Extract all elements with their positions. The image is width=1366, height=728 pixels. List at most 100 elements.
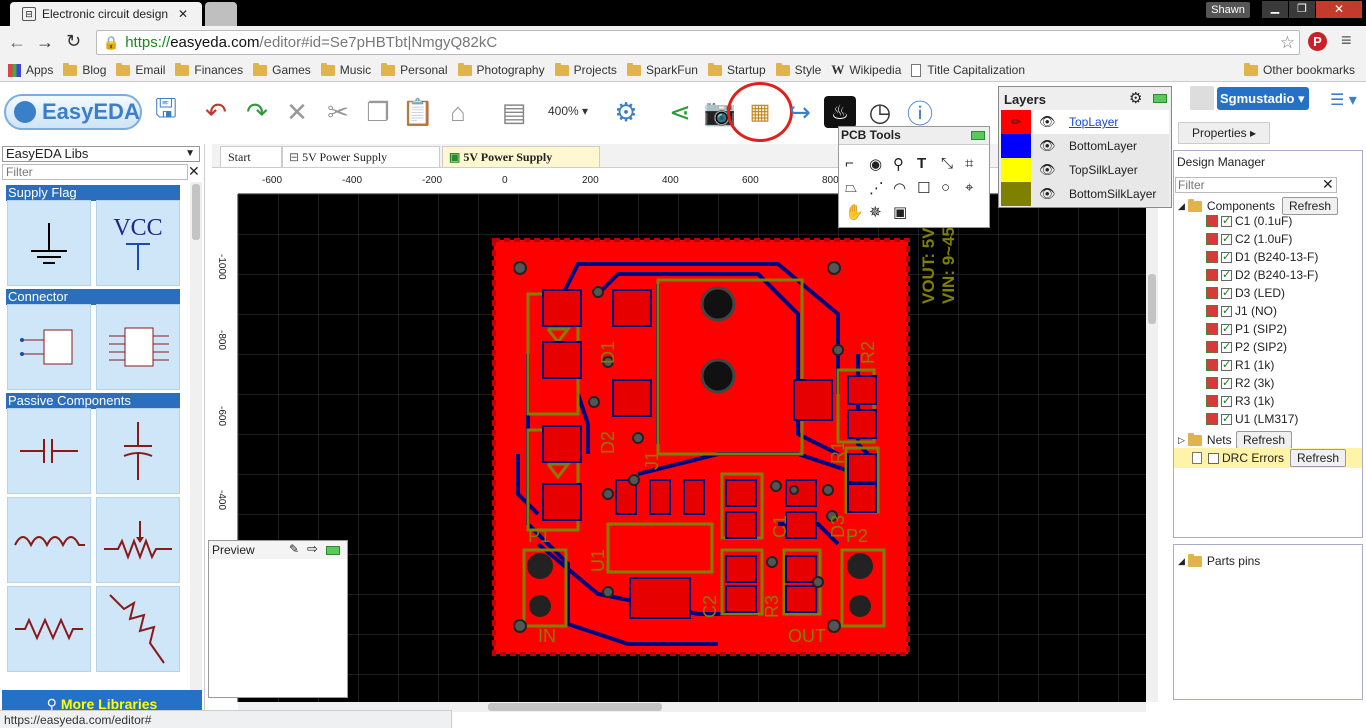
eye-icon[interactable]: 👁 [1039,162,1056,178]
eye-icon[interactable]: 👁 [1039,138,1056,154]
export-icon[interactable]: ↪ [784,96,816,128]
component-item[interactable]: R1 (1k) [1206,356,1274,374]
tab-start[interactable]: Start [220,146,282,168]
component-checkbox[interactable] [1221,412,1232,425]
browser-tab-active[interactable]: ⊟ Electronic circuit design - ✕ [10,2,202,26]
avatar[interactable] [1190,86,1214,110]
bookmark-startup[interactable]: Startup [707,62,766,77]
copy-icon[interactable]: ❐ [362,96,394,128]
design-filter-input[interactable] [1175,177,1337,193]
track-tool-icon[interactable]: ⌐ [845,155,869,173]
polarized-capacitor-symbol[interactable] [96,408,180,494]
connect-tool-icon[interactable]: ⤡ [941,155,965,173]
ground-symbol[interactable] [7,200,91,286]
library-filter-input[interactable] [2,164,188,180]
component-item[interactable]: D1 (B240-13-F) [1206,248,1318,266]
align-icon[interactable]: ▤ [498,96,530,128]
canvas-vscrollbar[interactable] [1146,194,1158,702]
component-checkbox[interactable] [1221,268,1232,281]
component-item[interactable]: C1 (0.1uF) [1206,212,1292,230]
line-tool-icon[interactable]: ⋰ [869,179,893,197]
scrollbar-thumb[interactable] [1148,274,1156,324]
variable-resistor-symbol[interactable] [96,586,180,672]
scrollbar-thumb[interactable] [192,184,200,240]
forward-icon[interactable]: → [36,32,54,53]
component-checkbox[interactable] [1221,358,1232,371]
component-checkbox[interactable] [1221,232,1232,245]
image-tool-icon[interactable]: ▣ [893,203,917,221]
layer-row-topsilk[interactable]: 👁 TopSilkLayer [1001,158,1169,182]
maximize-icon[interactable]: ❐ [1289,1,1315,18]
component-checkbox[interactable] [1221,340,1232,353]
reload-icon[interactable]: ↻ [66,31,81,52]
connector-8pin-symbol[interactable] [96,304,180,390]
layer-color-swatch[interactable]: ✏ [1001,110,1031,134]
tree-nets[interactable]: ▷ Nets [1178,431,1232,449]
rect-tool-icon[interactable]: ☐ [917,179,941,197]
tab-schematic[interactable]: ⊟ 5V Power Supply [282,146,440,168]
component-item[interactable]: P2 (SIP2) [1206,338,1287,356]
paste-icon[interactable]: 📋 [402,96,434,128]
layer-row-top[interactable]: ✏ 👁 TopLayer [1001,110,1169,134]
copper-area-icon[interactable]: ⌗ [965,155,989,173]
bookmark-apps[interactable]: Apps [8,63,53,77]
library-select[interactable]: EasyEDA Libs ▼ [2,146,200,162]
component-item[interactable]: R3 (1k) [1206,392,1274,410]
pcb-canvas[interactable]: P1 P2 IN OUT U1 D1 D2 D3 C1 C2 R1 R2 R3 … [238,194,1146,702]
bookmark-sparkfun[interactable]: SparkFun [626,62,698,77]
bookmark-photography[interactable]: Photography [457,62,545,77]
pcb-tools-header[interactable]: PCB Tools [839,127,989,145]
via-tool-icon[interactable]: ⚲ [893,155,917,173]
layers-settings-gear-icon[interactable]: ⚙ [1129,89,1142,107]
scrollbar-thumb[interactable] [488,703,662,711]
bookmark-projects[interactable]: Projects [554,62,617,77]
layer-color-swatch[interactable] [1001,182,1031,206]
component-checkbox[interactable] [1221,322,1232,335]
undo-icon[interactable]: ↶ [200,96,232,128]
pad-tool-icon[interactable]: ◉ [869,155,893,173]
bookmark-finances[interactable]: Finances [175,62,243,77]
preview-header[interactable]: Preview ✎ ⇨ [209,541,347,559]
tab-pcb-active[interactable]: ▣ 5V Power Supply [442,146,600,168]
cut-icon[interactable]: ✂ [322,96,354,128]
layer-row-bottom[interactable]: 👁 BottomLayer [1001,134,1169,158]
component-checkbox[interactable] [1221,214,1232,227]
layer-row-bottomsilk[interactable]: 👁 BottomSilkLayer [1001,182,1169,206]
component-checkbox[interactable] [1221,394,1232,407]
bookmark-games[interactable]: Games [253,62,311,77]
section-passive-components[interactable]: Passive Components [6,393,180,409]
section-supply-flag[interactable]: Supply Flag [6,185,180,201]
menu-icon[interactable]: ≡ [1341,30,1352,51]
layers-header[interactable]: Layers ⚙ [999,87,1171,109]
component-item[interactable]: U1 (LM317) [1206,410,1298,428]
minimize-panel-icon[interactable] [1153,94,1167,103]
share-icon[interactable]: ⋖ [664,96,696,128]
new-tab-button[interactable] [205,2,237,26]
properties-tab[interactable]: Properties ▸ [1178,122,1270,144]
circle-tool-icon[interactable]: ○ [941,179,965,197]
pcb-drawing[interactable]: P1 P2 IN OUT U1 D1 D2 D3 C1 C2 R1 R2 R3 … [238,194,1146,702]
inductor-symbol[interactable] [7,497,91,583]
component-checkbox[interactable] [1221,286,1232,299]
back-icon[interactable]: ← [8,32,26,53]
component-item[interactable]: P1 (SIP2) [1206,320,1287,338]
bookmark-music[interactable]: Music [320,62,371,77]
resistor-symbol[interactable] [7,586,91,672]
bookmark-email[interactable]: Email [116,62,165,77]
save-icon[interactable]: 🖫 [150,93,182,128]
component-checkbox[interactable] [1221,250,1232,263]
redo-icon[interactable]: ↷ [241,96,273,128]
info-icon[interactable]: ⓘ [904,96,936,129]
component-item[interactable]: D3 (LED) [1206,284,1285,302]
layer-color-swatch[interactable] [1001,158,1031,182]
potentiometer-symbol[interactable] [96,497,180,583]
eye-icon[interactable]: 👁 [1039,186,1056,202]
minimize-icon[interactable]: ▁ [1262,1,1288,18]
minimize-panel-icon[interactable] [326,546,340,555]
eye-icon[interactable]: 👁 [1039,114,1056,130]
bookmark-other[interactable]: Other bookmarks [1244,62,1355,77]
tree-toggle-icon[interactable]: ▷ [1178,435,1185,446]
layer-color-swatch[interactable] [1001,134,1031,158]
address-bar[interactable]: 🔒 https:// easyeda.com /editor#id=Se7pHB… [96,30,1300,55]
tree-drc-errors[interactable]: DRC Errors [1192,449,1284,467]
